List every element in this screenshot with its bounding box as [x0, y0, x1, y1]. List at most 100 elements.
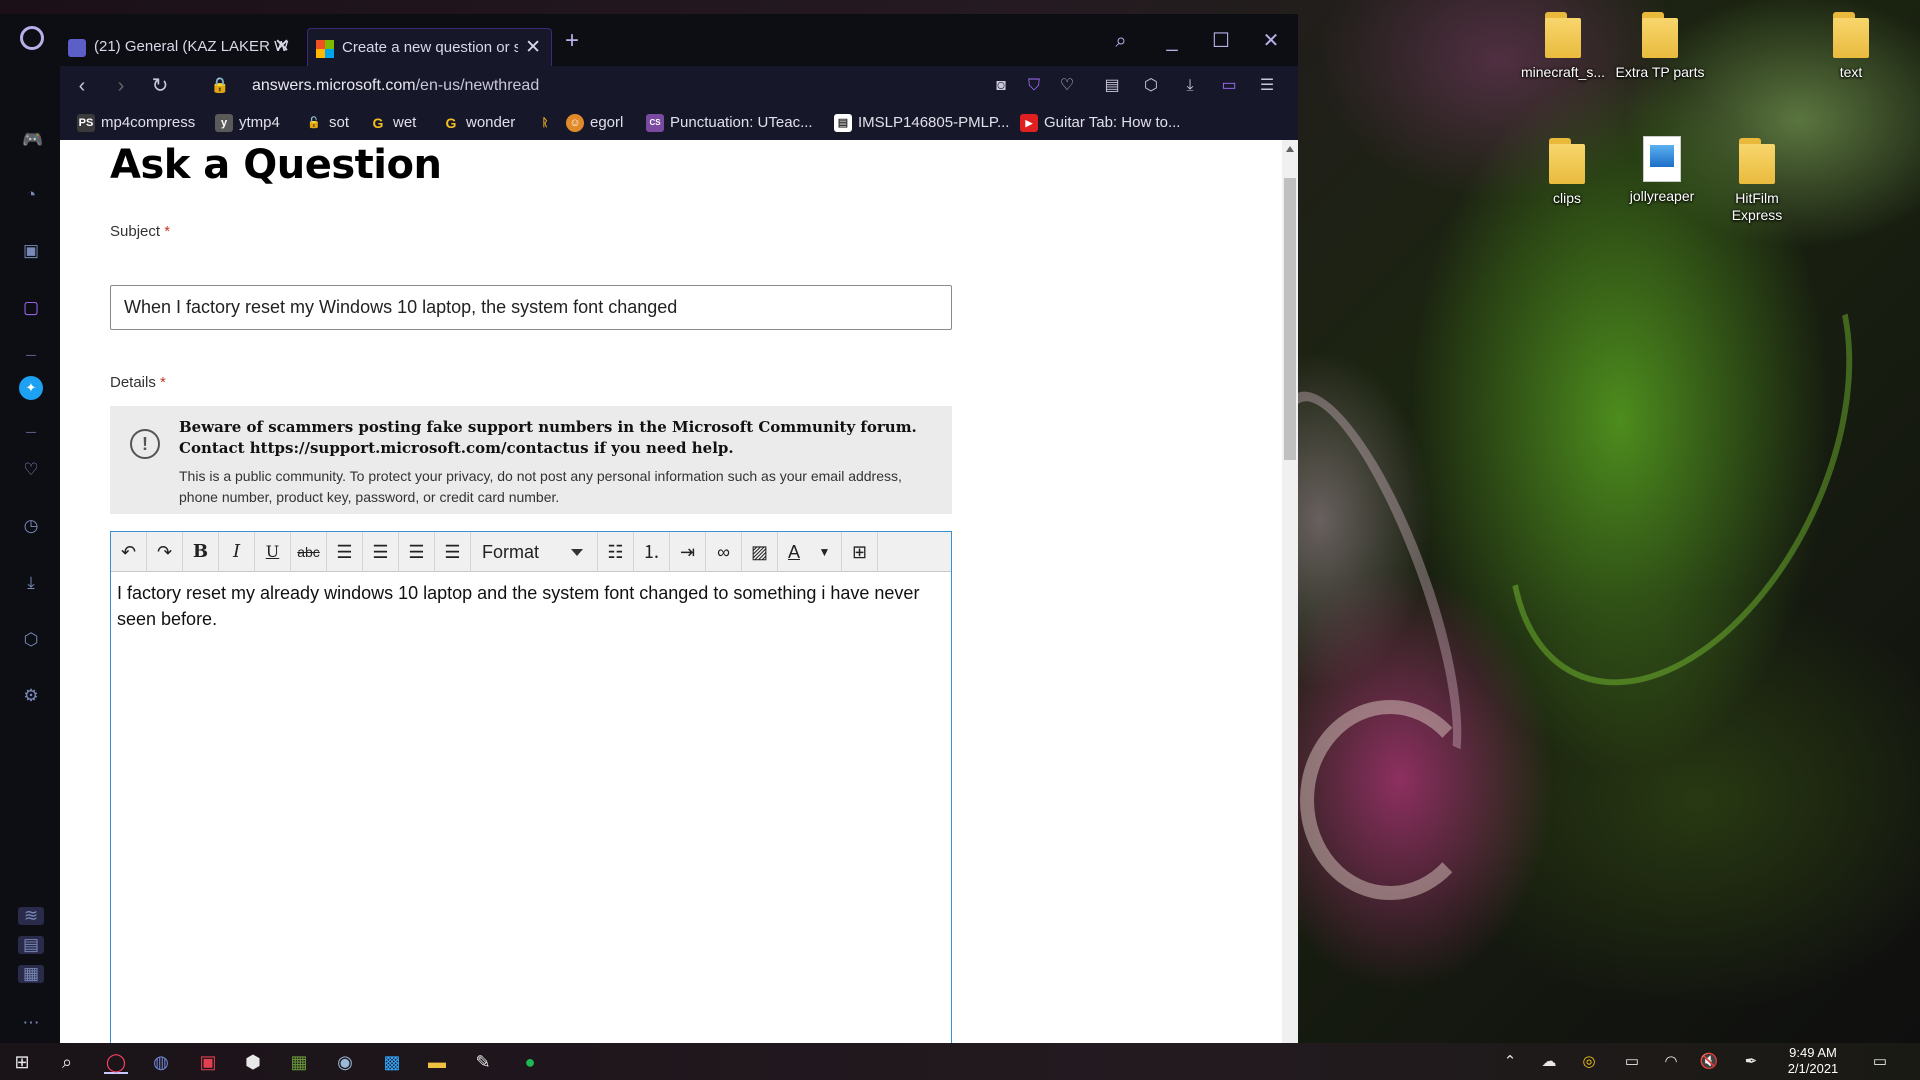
steam-icon[interactable]: ◉ — [333, 1050, 357, 1074]
bookmark-imslp[interactable]: ▤ IMSLP146805-PMLP... — [834, 113, 1009, 133]
table-icon[interactable]: ⊞ — [842, 532, 878, 572]
vpn-shield-icon[interactable]: ⛉ — [1023, 75, 1045, 97]
gx-control-icon[interactable]: ▣ — [22, 242, 40, 260]
extensions-cube-icon[interactable]: ⬡ — [22, 631, 40, 649]
discord-icon[interactable]: ◍ — [149, 1050, 173, 1074]
link-icon[interactable]: ∞ — [706, 532, 742, 572]
file-explorer-icon[interactable]: ▬ — [425, 1050, 449, 1074]
underline-icon[interactable]: U — [255, 532, 291, 572]
download-icon[interactable]: ⤓ — [1179, 75, 1201, 97]
numbered-list-icon[interactable]: ⒈ — [634, 532, 670, 572]
camera-icon[interactable]: ◙ — [990, 75, 1012, 97]
italic-icon[interactable]: I — [219, 532, 255, 572]
history-clock-icon[interactable]: ◷ — [22, 517, 40, 535]
bookmark-egorl[interactable]: ☺ egorl — [566, 113, 623, 133]
page-scrollbar[interactable] — [1282, 140, 1298, 1043]
wifi-icon[interactable]: ◠ — [1661, 1052, 1681, 1072]
page-title: Ask a Question — [110, 142, 442, 188]
bookmark-wonder[interactable]: G wonder — [442, 113, 516, 133]
vivaldi-icon[interactable]: ▣ — [196, 1050, 220, 1074]
settings-gear-icon[interactable]: ⚙ — [22, 687, 40, 705]
undo-icon[interactable]: ↶ — [111, 532, 147, 572]
ram-limiter-icon[interactable]: ▤ — [18, 936, 44, 954]
bookmark-favicon: ᚱ — [541, 117, 549, 129]
bookmark-unnamed[interactable]: ᚱ — [536, 113, 560, 133]
bullet-list-icon[interactable]: ☷ — [598, 532, 634, 572]
easy-setup-icon[interactable]: ▤ — [1101, 75, 1123, 97]
photoshop-icon[interactable]: ▩ — [380, 1050, 404, 1074]
back-arrow-icon[interactable]: ‹ — [70, 74, 94, 98]
heart-icon[interactable]: ♡ — [1056, 75, 1078, 97]
align-center-icon[interactable]: ☰ — [363, 532, 399, 572]
network-limiter-icon[interactable]: ≋ — [18, 907, 44, 925]
cpu-limiter-icon[interactable]: ▦ — [18, 965, 44, 983]
text-color-chevron-icon[interactable]: ▼ — [808, 532, 842, 572]
close-tab-icon[interactable]: ✕ — [274, 28, 290, 66]
desktop-icon-hitfilm-express[interactable]: HitFilm Express — [1712, 138, 1802, 224]
speed-dial-icon[interactable]: ◔ — [22, 186, 40, 204]
desktop-icon-minecraft[interactable]: minecraft_s... — [1518, 12, 1608, 81]
align-left-icon[interactable]: ☰ — [327, 532, 363, 572]
reload-icon[interactable]: ↻ — [148, 74, 172, 98]
heart-icon[interactable]: ♡ — [22, 461, 40, 479]
windows-start-icon[interactable]: ⊞ — [10, 1050, 34, 1074]
bold-icon[interactable]: B — [183, 532, 219, 572]
desktop-icon-clips[interactable]: clips — [1522, 138, 1612, 207]
scrollbar-thumb[interactable] — [1284, 178, 1296, 460]
bookmark-punctuation[interactable]: CS Punctuation: UTeac... — [646, 113, 813, 133]
indent-icon[interactable]: ⇥ — [670, 532, 706, 572]
pen-icon[interactable]: ✒ — [1741, 1052, 1761, 1072]
url-field[interactable]: answers.microsoft.com/en-us/newthread — [252, 75, 539, 97]
settings-sliders-icon[interactable]: ☰ — [1256, 75, 1278, 97]
close-tab-icon[interactable]: ✕ — [525, 29, 541, 66]
app-icon[interactable]: ⬢ — [241, 1050, 265, 1074]
subject-input[interactable] — [110, 285, 952, 330]
app-tool-icon[interactable]: ✎ — [471, 1050, 495, 1074]
scroll-up-icon[interactable] — [1286, 146, 1294, 152]
chevron-up-icon[interactable]: ⌃ — [1500, 1052, 1520, 1072]
opera-gx-taskbar-icon[interactable]: ◯ — [104, 1050, 128, 1074]
bookmark-wet[interactable]: G wet — [369, 113, 417, 133]
gamepad-icon[interactable]: 🎮 — [22, 131, 43, 149]
minimize-icon[interactable]: _ — [1159, 28, 1185, 54]
search-icon[interactable]: ⌕ — [1108, 28, 1134, 54]
close-window-icon[interactable]: ✕ — [1258, 28, 1284, 54]
align-right-icon[interactable]: ☰ — [399, 532, 435, 572]
notifications-icon[interactable]: ▭ — [1870, 1052, 1890, 1072]
forward-arrow-icon[interactable]: › — [109, 74, 133, 98]
battery-icon[interactable]: ▭ — [1218, 75, 1240, 97]
download-icon[interactable]: ⤓ — [22, 574, 40, 592]
twitter-icon[interactable]: ✦ — [19, 376, 43, 400]
twitch-icon[interactable]: ▢ — [22, 299, 40, 317]
maximize-icon[interactable]: ☐ — [1208, 28, 1234, 54]
image-icon[interactable]: ▨ — [742, 532, 778, 572]
spotify-icon[interactable]: ● — [518, 1050, 542, 1074]
minecraft-icon[interactable]: ▦ — [287, 1050, 311, 1074]
taskbar-clock[interactable]: 9:49 AM 2/1/2021 — [1776, 1045, 1850, 1077]
desktop-icon-text[interactable]: text — [1806, 12, 1896, 81]
bookmark-sot[interactable]: 🔓 sot — [305, 113, 349, 133]
bookmark-favicon: PS — [77, 114, 95, 132]
search-icon[interactable]: ⌕ — [55, 1050, 79, 1074]
tab-teams-general[interactable]: (21) General (KAZ LAKER W ✕ — [60, 28, 300, 66]
bookmark-ytmp4[interactable]: y ytmp4 — [215, 113, 280, 133]
format-dropdown[interactable]: Format — [474, 532, 598, 572]
editor-text-area[interactable]: I factory reset my already windows 10 la… — [117, 580, 937, 632]
scam-warning-text: Beware of scammers posting fake support … — [179, 418, 917, 457]
desktop-icon-extra-tp-parts[interactable]: Extra TP parts — [1615, 12, 1705, 81]
opera-logo-icon[interactable] — [20, 26, 44, 50]
cube-icon[interactable]: ⬡ — [1140, 75, 1162, 97]
battery-icon[interactable]: ▭ — [1622, 1052, 1642, 1072]
chrome-icon[interactable]: ◎ — [1579, 1052, 1599, 1072]
volume-muted-icon[interactable]: 🔇 — [1699, 1052, 1719, 1072]
strikethrough-icon[interactable]: abc — [291, 532, 327, 572]
bookmark-guitar-tab[interactable]: ▶ Guitar Tab: How to... — [1020, 113, 1180, 133]
bookmark-mp4compress[interactable]: PS mp4compress — [77, 113, 195, 133]
new-tab-button[interactable]: + — [559, 28, 585, 54]
align-justify-icon[interactable]: ☰ — [435, 532, 471, 572]
onedrive-icon[interactable]: ☁ — [1539, 1052, 1559, 1072]
more-options-icon[interactable]: ⋯ — [22, 1014, 40, 1032]
redo-icon[interactable]: ↷ — [147, 532, 183, 572]
desktop-icon-jollyreaper[interactable]: jollyreaper — [1617, 136, 1707, 205]
tab-create-question[interactable]: Create a new question or st ✕ — [307, 28, 552, 66]
